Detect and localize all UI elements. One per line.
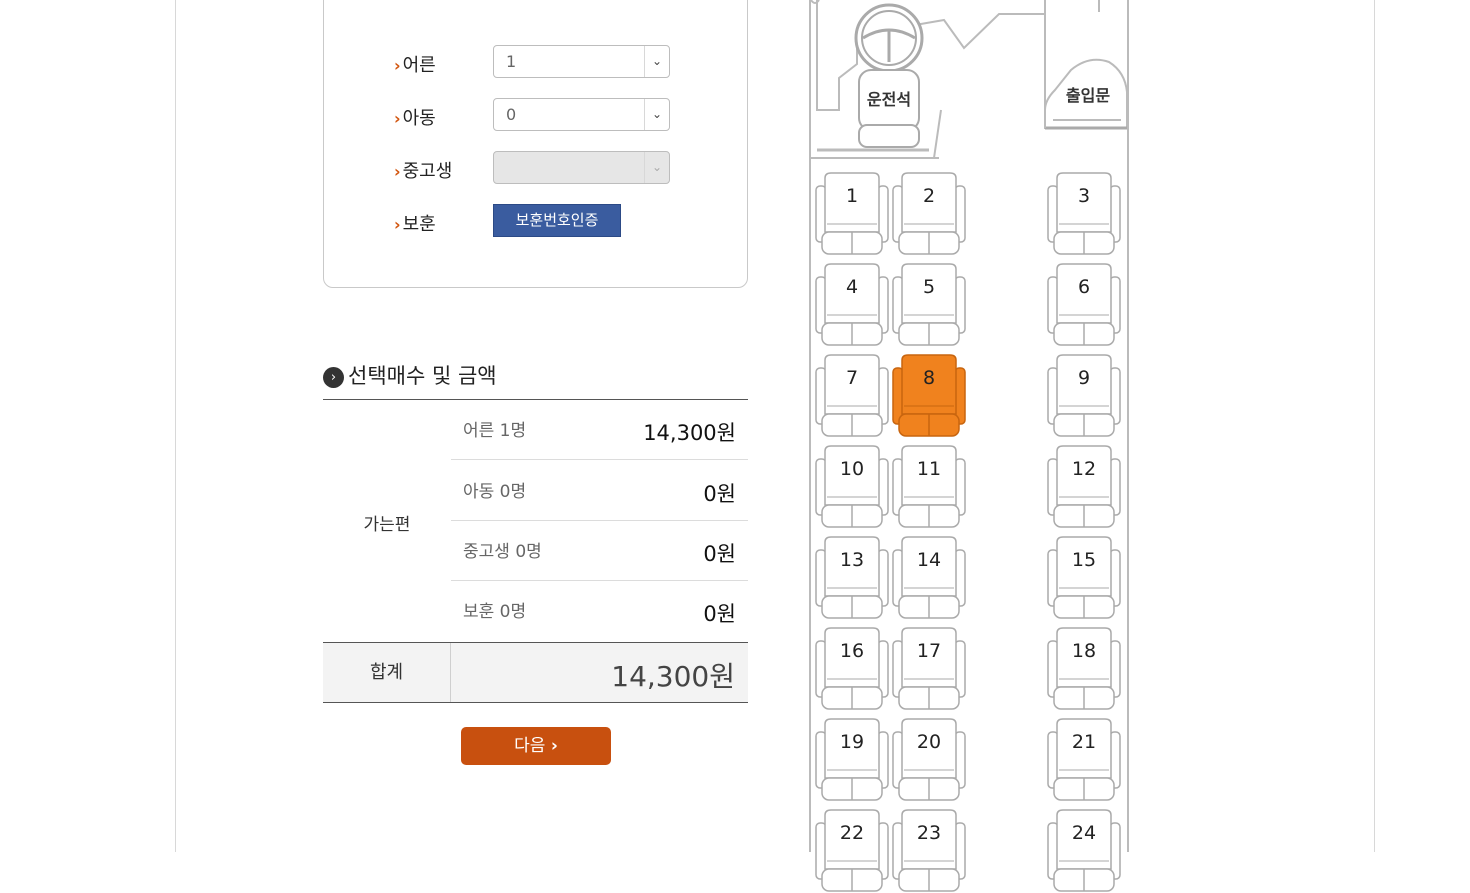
bullet-arrow-icon: › bbox=[394, 162, 401, 181]
seat-7[interactable]: 7 bbox=[815, 354, 889, 438]
steering-wheel-icon bbox=[854, 3, 924, 73]
adult-count-value: 1 bbox=[506, 52, 517, 71]
seat-number: 16 bbox=[839, 640, 865, 662]
seat-number: 21 bbox=[1071, 731, 1097, 753]
fare-row-label: 어른 1명 bbox=[463, 421, 527, 441]
next-button-label: 다음 bbox=[514, 736, 546, 756]
door-label: 출입문 bbox=[1065, 86, 1111, 105]
seat-22[interactable]: 22 bbox=[815, 809, 889, 893]
seat-16[interactable]: 16 bbox=[815, 627, 889, 711]
fare-row-label: 보훈 0명 bbox=[463, 602, 527, 622]
seat-number: 7 bbox=[845, 367, 859, 389]
fare-row: 아동 0명 0원 bbox=[451, 461, 748, 521]
passenger-row-child: › 아동 0 ⌄ bbox=[394, 98, 684, 132]
seat-number: 13 bbox=[839, 549, 865, 571]
seat-number: 8 bbox=[922, 367, 936, 389]
chevron-down-icon: ⌄ bbox=[644, 99, 669, 130]
seat-number: 18 bbox=[1071, 640, 1097, 662]
seat-8[interactable]: 8 bbox=[892, 354, 966, 438]
seat-17[interactable]: 17 bbox=[892, 627, 966, 711]
seat-9[interactable]: 9 bbox=[1047, 354, 1121, 438]
seat-5[interactable]: 5 bbox=[892, 263, 966, 347]
fare-row-amount: 14,300원 bbox=[643, 421, 736, 445]
fare-row-amount: 0원 bbox=[703, 542, 736, 566]
chevron-right-circle-icon: › bbox=[323, 367, 344, 388]
total-row: 합계 14,300원 bbox=[323, 642, 748, 703]
fare-row-amount: 0원 bbox=[703, 482, 736, 506]
passenger-row-adult: › 어른 1 ⌄ bbox=[394, 45, 684, 79]
fare-row: 중고생 0명 0원 bbox=[451, 521, 748, 581]
veteran-label: 보훈 bbox=[402, 214, 436, 235]
seat-number: 20 bbox=[916, 731, 942, 753]
seat-13[interactable]: 13 bbox=[815, 536, 889, 620]
seat-4[interactable]: 4 bbox=[815, 263, 889, 347]
seat-number: 12 bbox=[1071, 458, 1097, 480]
seat-20[interactable]: 20 bbox=[892, 718, 966, 802]
child-count-value: 0 bbox=[506, 105, 517, 124]
seat-number: 2 bbox=[922, 185, 936, 207]
seat-number: 4 bbox=[845, 276, 859, 298]
passenger-panel bbox=[323, 0, 748, 288]
bus-seat-map: 운전석 출입문 1 2 3 4 5 6 7 8 9 10 11 12 13 14 15 16 17 18 19 20 2… bbox=[809, 0, 1129, 892]
driver-seat-label: 운전석 bbox=[866, 90, 912, 109]
seat-12[interactable]: 12 bbox=[1047, 445, 1121, 529]
seat-21[interactable]: 21 bbox=[1047, 718, 1121, 802]
seat-number: 15 bbox=[1071, 549, 1097, 571]
fare-section-title: › 선택매수 및 금액 bbox=[323, 360, 497, 390]
seat-6[interactable]: 6 bbox=[1047, 263, 1121, 347]
seat-11[interactable]: 11 bbox=[892, 445, 966, 529]
seat-18[interactable]: 18 bbox=[1047, 627, 1121, 711]
adult-count-select[interactable]: 1 ⌄ bbox=[493, 45, 670, 78]
seat-14[interactable]: 14 bbox=[892, 536, 966, 620]
fare-row-label: 중고생 0명 bbox=[463, 542, 542, 562]
seat-24[interactable]: 24 bbox=[1047, 809, 1121, 893]
seat-number: 1 bbox=[845, 185, 859, 207]
seat-1[interactable]: 1 bbox=[815, 172, 889, 256]
fare-row-amount: 0원 bbox=[703, 602, 736, 626]
seat-number: 5 bbox=[922, 276, 936, 298]
student-label: 중고생 bbox=[402, 161, 453, 182]
seat-number: 19 bbox=[839, 731, 865, 753]
adult-label: 어른 bbox=[402, 55, 436, 76]
bullet-arrow-icon: › bbox=[394, 109, 401, 128]
fare-row: 어른 1명 14,300원 bbox=[451, 400, 748, 460]
seat-number: 22 bbox=[839, 822, 865, 844]
seat-number: 6 bbox=[1077, 276, 1091, 298]
next-button[interactable]: 다음 › bbox=[461, 727, 611, 765]
seat-number: 3 bbox=[1077, 185, 1091, 207]
child-count-select[interactable]: 0 ⌄ bbox=[493, 98, 670, 131]
direction-cell: 가는편 bbox=[323, 400, 451, 642]
seat-number: 14 bbox=[916, 549, 942, 571]
bullet-arrow-icon: › bbox=[394, 56, 401, 75]
fare-row-label: 아동 0명 bbox=[463, 482, 527, 502]
seat-number: 17 bbox=[916, 640, 942, 662]
seat-number: 23 bbox=[916, 822, 942, 844]
seat-number: 11 bbox=[916, 458, 942, 480]
chevron-down-icon: ⌄ bbox=[644, 152, 669, 183]
bullet-arrow-icon: › bbox=[394, 215, 401, 234]
passenger-row-veteran: › 보훈 보훈번호인증 bbox=[394, 204, 684, 238]
seat-2[interactable]: 2 bbox=[892, 172, 966, 256]
seat-15[interactable]: 15 bbox=[1047, 536, 1121, 620]
right-frame-border bbox=[1374, 0, 1375, 852]
child-label: 아동 bbox=[402, 108, 436, 129]
chevron-right-icon: › bbox=[550, 736, 558, 756]
passenger-row-student: › 중고생 ⌄ bbox=[394, 151, 684, 185]
student-count-select: ⌄ bbox=[493, 151, 670, 184]
direction-label: 가는편 bbox=[363, 515, 411, 535]
seat-number: 10 bbox=[839, 458, 865, 480]
total-label: 합계 bbox=[323, 643, 451, 702]
seat-10[interactable]: 10 bbox=[815, 445, 889, 529]
seat-number: 9 bbox=[1077, 367, 1091, 389]
veteran-verify-button[interactable]: 보훈번호인증 bbox=[493, 204, 621, 237]
total-value: 14,300원 bbox=[611, 660, 735, 693]
seat-19[interactable]: 19 bbox=[815, 718, 889, 802]
seat-number: 24 bbox=[1071, 822, 1097, 844]
left-frame-border bbox=[175, 0, 176, 852]
seat-3[interactable]: 3 bbox=[1047, 172, 1121, 256]
fare-row: 보훈 0명 0원 bbox=[451, 581, 748, 641]
chevron-down-icon: ⌄ bbox=[644, 46, 669, 77]
seat-23[interactable]: 23 bbox=[892, 809, 966, 893]
